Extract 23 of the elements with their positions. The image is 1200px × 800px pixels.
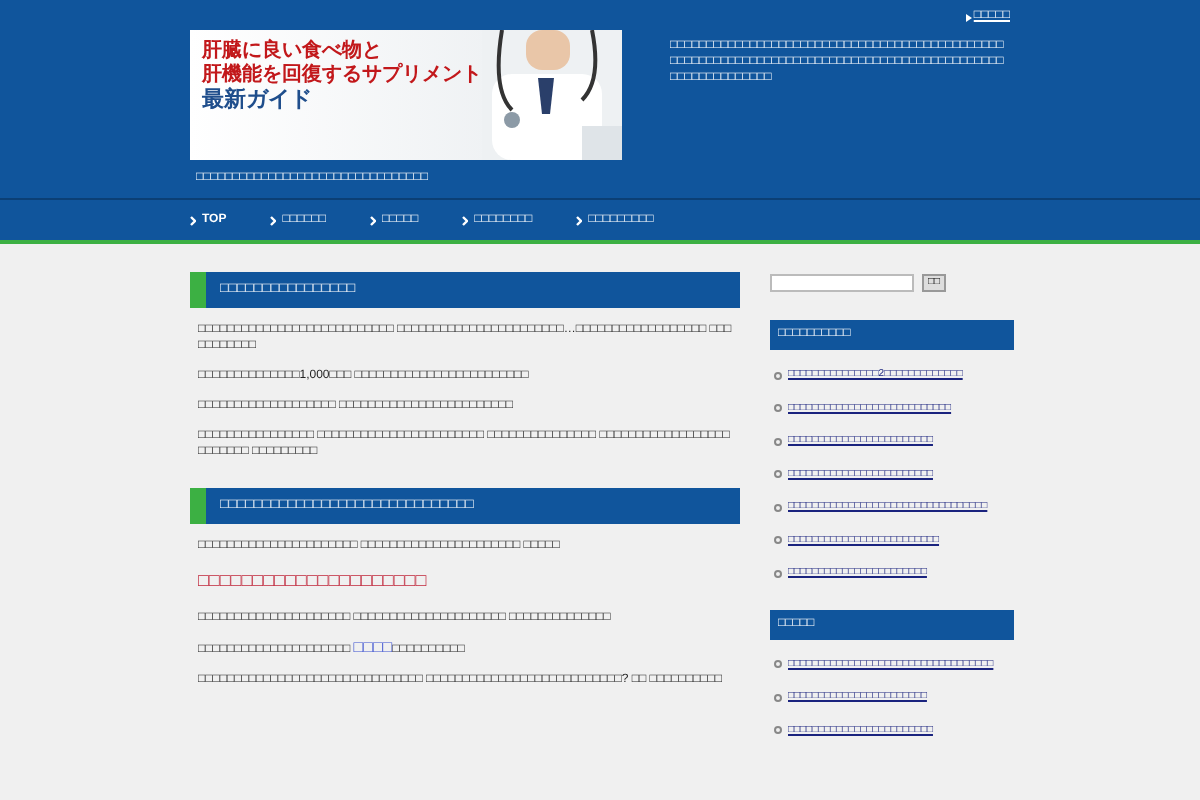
banner-text: 最新ガイド bbox=[202, 90, 314, 112]
bullet-icon bbox=[774, 693, 782, 702]
chevron-icon bbox=[270, 215, 277, 225]
chevron-icon bbox=[369, 215, 376, 225]
banner[interactable]: 肝臓に良い食べ物と 肝機能を回復するサプリメント 最新ガイド bbox=[190, 30, 622, 160]
bullet-icon bbox=[774, 503, 782, 512]
bullet-icon bbox=[774, 437, 782, 446]
bullet-icon bbox=[774, 536, 782, 545]
bullet-icon bbox=[774, 660, 782, 669]
chevron-icon bbox=[190, 215, 196, 225]
bullet-icon bbox=[774, 470, 782, 479]
chevron-icon bbox=[576, 215, 583, 225]
inline-link[interactable]: □□□□ bbox=[353, 637, 393, 655]
section-heading: □□□□□□□□□□□□□□□□□□□□□ bbox=[196, 568, 429, 594]
banner-text: 肝臓に良い食べ物と bbox=[202, 42, 384, 62]
banner-text: 肝機能を回復するサプリメント bbox=[202, 66, 484, 86]
chevron-icon bbox=[462, 215, 469, 225]
search-field[interactable] bbox=[770, 274, 914, 292]
bullet-icon bbox=[774, 371, 782, 380]
bullet-icon bbox=[774, 569, 782, 578]
bullet-icon bbox=[774, 404, 782, 413]
bullet-icon bbox=[774, 726, 782, 735]
triangle-icon bbox=[965, 13, 972, 21]
